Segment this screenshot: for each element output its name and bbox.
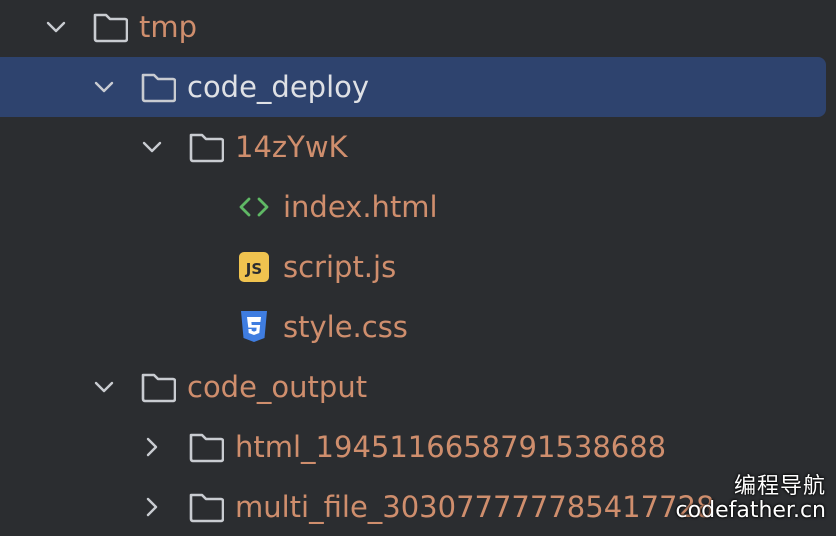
js-icon-text: JS <box>245 260 262 278</box>
tree-item-style-css[interactable]: style.css <box>0 297 836 357</box>
chevron-down-icon[interactable] <box>44 15 68 39</box>
tree-item-script-js[interactable]: JS script.js <box>0 237 836 297</box>
project-tree: tmp code_deploy 14zYwK index.html JS scr… <box>0 0 836 536</box>
chevron-right-icon[interactable] <box>140 435 164 459</box>
folder-icon <box>189 133 224 163</box>
js-file-icon: JS <box>239 252 269 282</box>
tree-item-index-html[interactable]: index.html <box>0 177 836 237</box>
tree-item-14zywk[interactable]: 14zYwK <box>0 117 836 177</box>
tree-item-tmp[interactable]: tmp <box>0 0 836 57</box>
chevron-down-icon[interactable] <box>140 135 164 159</box>
folder-icon <box>189 493 224 523</box>
tree-item-label: html_1945116658791538688 <box>235 430 667 464</box>
folder-icon <box>141 73 176 103</box>
tree-item-label: multi_file_303077777785417728 <box>235 490 715 524</box>
tree-item-label: script.js <box>283 250 397 284</box>
tree-item-label: index.html <box>283 190 438 224</box>
watermark-title: 编程导航 <box>733 474 826 499</box>
chevron-down-icon[interactable] <box>92 75 116 99</box>
tree-item-code-deploy[interactable]: code_deploy <box>0 57 826 117</box>
tree-item-code-output[interactable]: code_output <box>0 357 836 417</box>
code-brackets-icon <box>239 197 269 217</box>
css-shield-icon <box>241 311 267 342</box>
folder-icon <box>189 433 224 463</box>
tree-item-html-folder[interactable]: html_1945116658791538688 <box>0 417 836 477</box>
watermark-url: codefather.cn <box>675 498 826 523</box>
tree-item-label: code_deploy <box>187 70 370 104</box>
tree-item-label: style.css <box>283 310 408 344</box>
tree-item-label: tmp <box>139 10 198 44</box>
chevron-right-icon[interactable] <box>140 495 164 519</box>
tree-item-label: 14zYwK <box>235 130 348 164</box>
folder-icon <box>141 373 176 403</box>
folder-icon <box>93 13 128 43</box>
chevron-down-icon[interactable] <box>92 375 116 399</box>
tree-item-label: code_output <box>187 370 368 404</box>
